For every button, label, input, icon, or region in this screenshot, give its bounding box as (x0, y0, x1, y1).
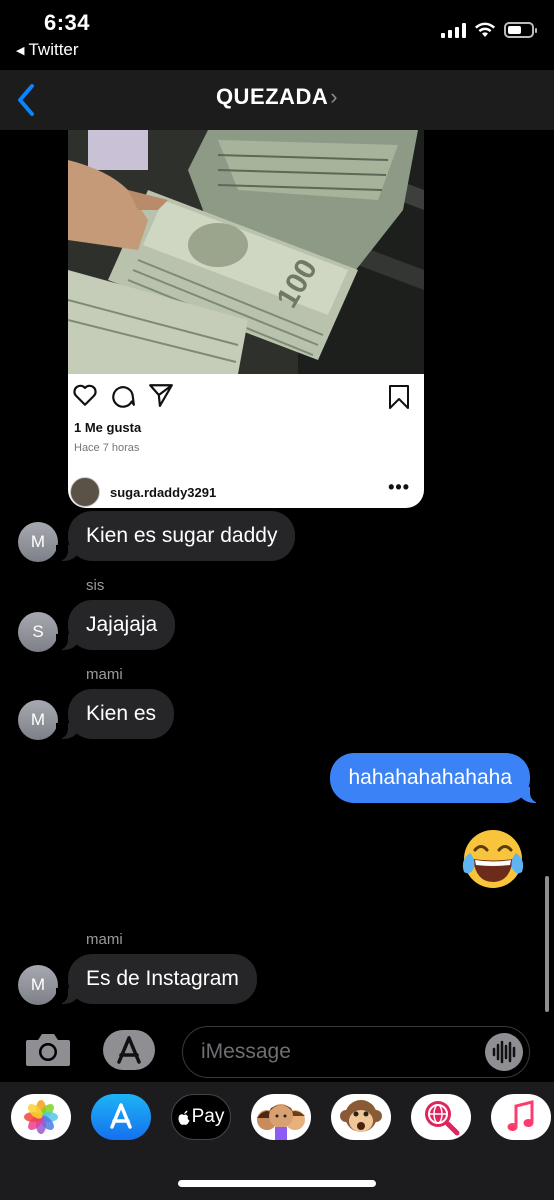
sender-name: mami (86, 931, 123, 948)
tears-of-joy-emoji-icon (462, 830, 524, 888)
photos-flower-icon (24, 1100, 58, 1134)
post-author-row: suga.rdaddy3291 ••• (68, 476, 424, 508)
apple-pay-label: Pay (191, 1106, 225, 1127)
avatar[interactable]: M (18, 965, 58, 1005)
magnifier-globe-icon (425, 1101, 460, 1136)
post-author-username: suga.rdaddy3291 (110, 484, 217, 500)
apple-logo-icon (178, 1110, 190, 1125)
message-composer: iMessage (0, 1022, 554, 1082)
post-image: 100 (68, 130, 424, 374)
camera-icon[interactable] (24, 1032, 72, 1068)
battery-icon (504, 22, 537, 38)
apple-pay-icon[interactable]: Pay (171, 1094, 231, 1140)
post-likes: 1 Me gusta (74, 420, 142, 435)
back-to-app-link[interactable]: ◀ Twitter (16, 40, 79, 60)
post-author-avatar (70, 477, 100, 507)
message-bubble-incoming[interactable]: Es de Instagram (56, 954, 257, 1004)
comment-icon[interactable] (110, 382, 136, 408)
message-bubble-outgoing[interactable]: hahahahahahaha (330, 753, 542, 803)
app-store-icon[interactable] (91, 1094, 151, 1140)
avatar[interactable]: M (18, 522, 58, 562)
sender-name: sis (86, 577, 105, 594)
back-app-label: Twitter (28, 40, 79, 59)
status-bar: 6:34 ◀ Twitter (0, 0, 554, 70)
wifi-icon (475, 22, 495, 37)
waveform-icon (492, 1040, 516, 1064)
bookmark-icon[interactable] (388, 384, 410, 410)
share-icon[interactable] (148, 382, 174, 408)
music-icon[interactable] (491, 1094, 551, 1140)
back-triangle-icon: ◀ (16, 44, 25, 57)
app-store-a-icon (117, 1036, 141, 1064)
avatar[interactable]: M (18, 700, 58, 740)
message-bubble-incoming[interactable]: Kien es (55, 689, 175, 739)
post-action-bar (72, 382, 174, 408)
heart-icon[interactable] (72, 382, 98, 408)
monkey-face-icon (340, 1100, 382, 1132)
more-options-icon[interactable]: ••• (388, 478, 410, 496)
conversation-header: QUEZADA› (0, 70, 554, 130)
status-time: 6:34 (44, 10, 91, 35)
photos-app-icon[interactable] (11, 1094, 71, 1140)
status-icons (441, 22, 537, 38)
memoji-faces-icon (257, 1104, 305, 1140)
sender-name: mami (86, 666, 123, 683)
chevron-right-icon: › (330, 84, 339, 109)
post-time-ago: Hace 7 horas (74, 442, 140, 454)
audio-message-button[interactable] (485, 1033, 523, 1071)
memoji-icon[interactable] (251, 1094, 311, 1140)
message-bubble-incoming[interactable]: Jajajaja (55, 600, 176, 650)
scroll-indicator[interactable] (545, 876, 549, 1012)
cellular-signal-icon (441, 22, 466, 38)
money-stacks-image: 100 (68, 130, 424, 374)
web-search-icon[interactable] (411, 1094, 471, 1140)
message-bubble-incoming[interactable]: Kien es sugar daddy (55, 511, 296, 561)
shared-instagram-post[interactable]: 100 1 Me gusta Hace 7 horas suga.rdaddy3… (68, 130, 424, 508)
avatar[interactable]: S (18, 612, 58, 652)
conversation-title[interactable]: QUEZADA› (0, 84, 554, 110)
imessage-input[interactable]: iMessage (182, 1026, 530, 1078)
home-indicator[interactable] (178, 1180, 376, 1187)
imessage-placeholder: iMessage (201, 1040, 291, 1063)
animoji-monkey-icon[interactable] (331, 1094, 391, 1140)
app-store-button[interactable] (103, 1030, 155, 1070)
tears-of-joy-emoji-message[interactable] (458, 826, 528, 897)
app-store-a-icon (110, 1103, 132, 1129)
conversation-title-text: QUEZADA (215, 84, 329, 109)
music-note-icon (507, 1100, 534, 1131)
